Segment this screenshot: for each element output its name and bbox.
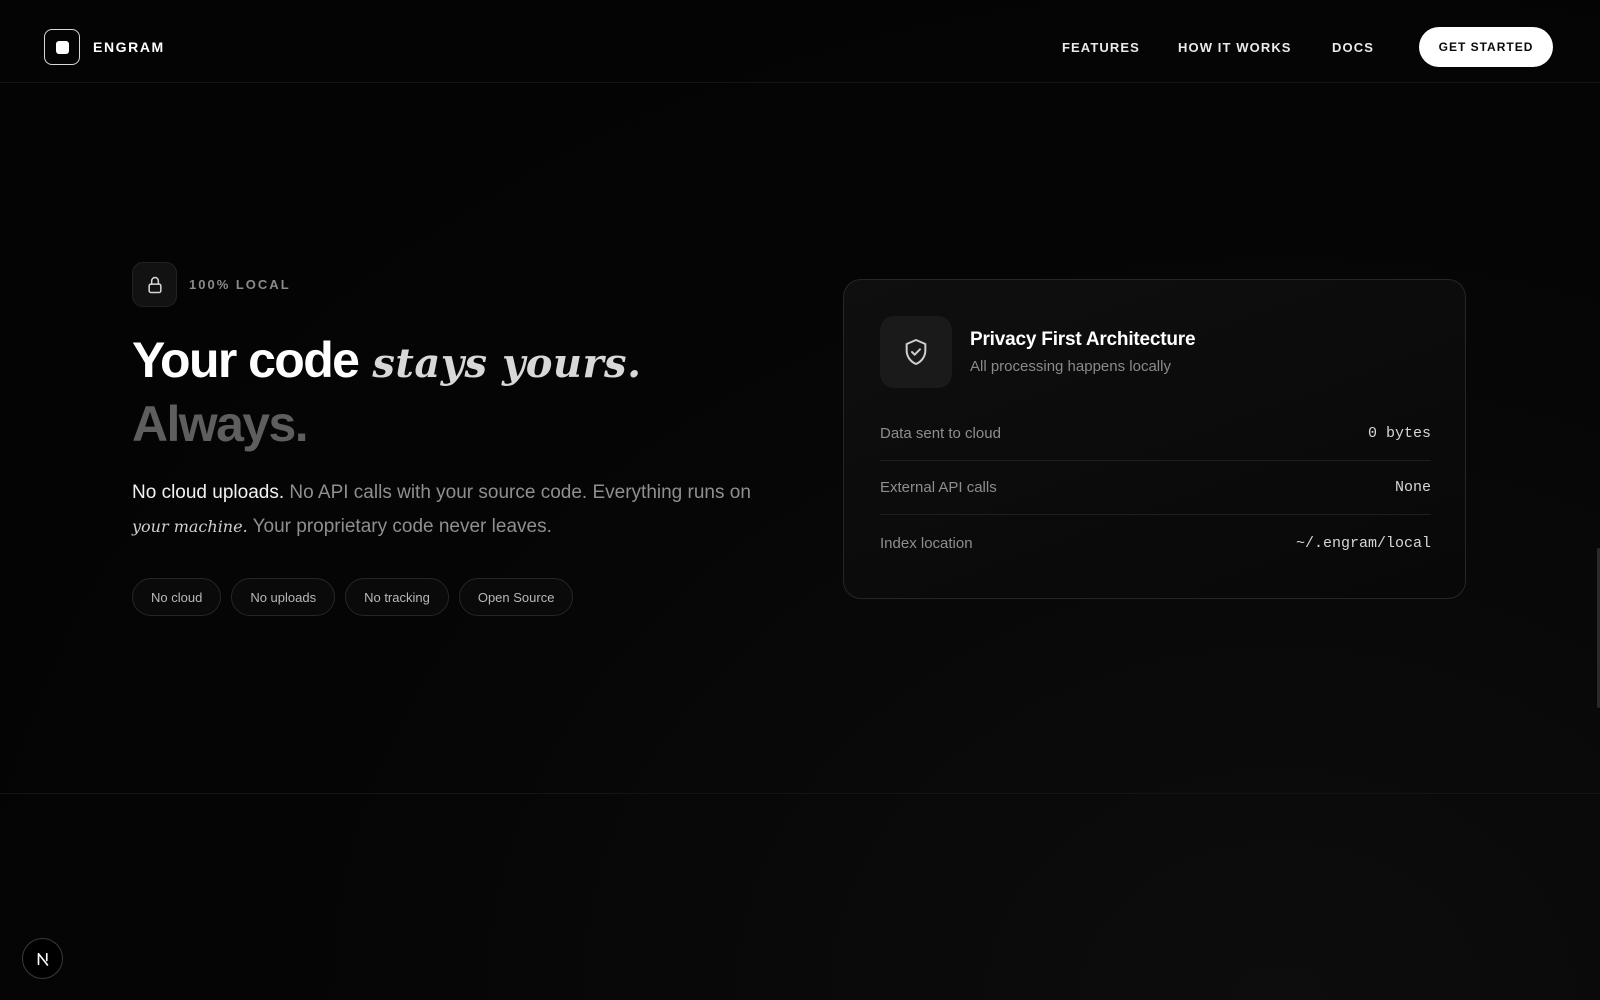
lock-icon [132, 262, 177, 307]
stat-value: ~/.engram/local [1295, 534, 1431, 552]
badge-label: 100% LOCAL [189, 277, 291, 292]
stat-row: External API calls None [880, 461, 1431, 515]
stat-value: None [1394, 479, 1431, 496]
chip-open-source: Open Source [458, 578, 574, 616]
top-navbar: ENGRAM FEATURES HOW IT WORKS DOCS GET ST… [0, 0, 1600, 83]
chip-no-tracking: No tracking [345, 578, 449, 616]
hero-heading-script: stays yours. [372, 340, 642, 387]
privacy-card-header: Privacy First Architecture All processin… [880, 316, 1196, 388]
stat-value: 0 bytes [1367, 425, 1431, 442]
chip-no-uploads: No uploads [231, 578, 336, 616]
local-badge: 100% LOCAL [132, 262, 291, 307]
square-logo-icon [44, 29, 80, 65]
landing-page: ENGRAM FEATURES HOW IT WORKS DOCS GET ST… [0, 0, 1600, 1000]
nav-docs-link[interactable]: DOCS [1332, 40, 1374, 55]
lede-text-2: Your proprietary code never leaves. [247, 516, 552, 537]
shield-check-icon [880, 316, 952, 388]
lede-text-1: No API calls with your source code. Ever… [284, 482, 751, 503]
nav-how-it-works-link[interactable]: HOW IT WORKS [1178, 40, 1292, 55]
feature-chips: No cloud No uploads No tracking Open Sou… [132, 578, 574, 616]
privacy-card-title: Privacy First Architecture [970, 329, 1196, 350]
get-started-button[interactable]: GET STARTED [1419, 27, 1553, 67]
stat-row: Data sent to cloud 0 bytes [880, 407, 1431, 461]
hero-heading: Your code stays yours. Always. [132, 330, 642, 454]
lede-script: your machine. [132, 517, 248, 536]
stat-label: External API calls [880, 479, 997, 496]
brand-link[interactable]: ENGRAM [44, 29, 165, 65]
hero-heading-muted: Always. [132, 396, 309, 452]
brand-name: ENGRAM [93, 39, 165, 55]
stat-label: Index location [880, 534, 973, 552]
stat-label: Data sent to cloud [880, 425, 1001, 442]
lede-highlight: No cloud uploads. [132, 482, 285, 503]
nav-features-link[interactable]: FEATURES [1062, 40, 1140, 55]
privacy-card: Privacy First Architecture All processin… [843, 279, 1466, 599]
stat-row: Index location ~/.engram/local [880, 516, 1431, 570]
chip-no-cloud: No cloud [132, 578, 222, 616]
section-divider [0, 793, 1600, 794]
hero-description: No cloud uploads. No API calls with your… [132, 476, 752, 544]
next-js-icon[interactable] [22, 938, 63, 979]
hero-heading-strong: Your code [132, 332, 360, 388]
privacy-card-subtitle: All processing happens locally [970, 358, 1171, 375]
